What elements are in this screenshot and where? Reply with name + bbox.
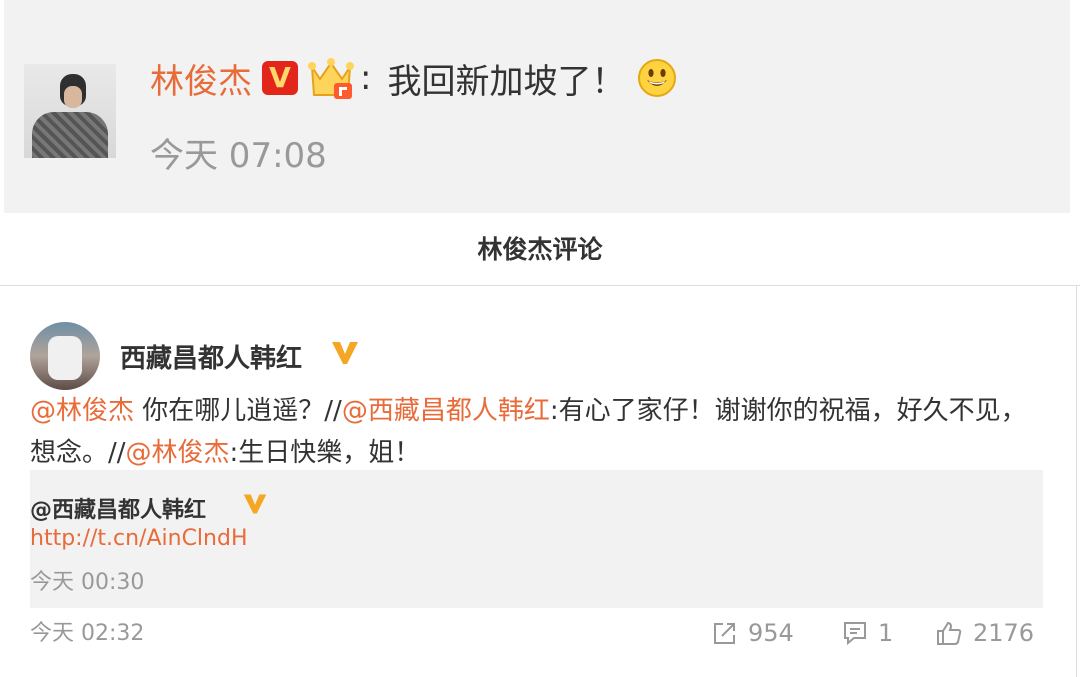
post-card: 林俊杰 V : 我回新加坡了！ 今天 07:08 (4, 0, 1070, 213)
mention-link[interactable]: @西藏昌都人韩红 (342, 396, 550, 426)
quoted-post[interactable]: @西藏昌都人韩红 http://t.cn/AinClndH 今天 00:30 (30, 470, 1043, 608)
like-button[interactable]: 2176 (935, 615, 1034, 651)
comment-author[interactable]: 西藏昌都人韩红 (120, 338, 302, 375)
mention-link[interactable]: @林俊杰 (126, 438, 230, 468)
comment-text: @林俊杰 你在哪儿逍遥？//@西藏昌都人韩红:有心了家仔！谢谢你的祝福，好久不见… (30, 390, 1045, 474)
post-text: 我回新加坡了！ (387, 61, 626, 102)
quoted-time: 今天 00:30 (30, 570, 145, 595)
comment-text-segment: :生日快樂，姐！ (229, 438, 421, 468)
repost-button[interactable]: 954 (712, 615, 794, 651)
comment-time: 今天 02:32 (30, 621, 145, 646)
avatar[interactable] (24, 64, 116, 158)
comment-count: 1 (878, 619, 894, 647)
mention-link[interactable]: @林俊杰 (30, 396, 134, 426)
like-count: 2176 (973, 619, 1035, 647)
section-title: 林俊杰评论 (477, 235, 603, 264)
divider (1076, 285, 1077, 677)
post-colon: : (360, 58, 372, 98)
comment-text-segment: 你在哪儿逍遥？// (134, 396, 342, 426)
post-headline: 林俊杰 V : 我回新加坡了！ (150, 54, 677, 102)
post-author[interactable]: 林俊杰 (150, 54, 252, 103)
repost-count: 954 (748, 619, 794, 647)
repost-icon (714, 623, 735, 644)
smile-emoji-icon (638, 59, 677, 97)
comment-button[interactable]: 1 (842, 615, 893, 651)
divider (0, 285, 1080, 286)
verified-v-icon: V (262, 61, 298, 95)
comment-icon (844, 622, 866, 646)
verified-v-icon (332, 342, 358, 364)
quoted-author[interactable]: @西藏昌都人韩红 (30, 492, 206, 524)
thumbs-up-icon (937, 621, 962, 645)
crown-icon (308, 58, 354, 99)
avatar[interactable] (30, 322, 100, 390)
verified-v-icon (243, 494, 267, 514)
post-time: 今天 07:08 (150, 136, 327, 176)
quoted-link[interactable]: http://t.cn/AinClndH (30, 526, 248, 551)
